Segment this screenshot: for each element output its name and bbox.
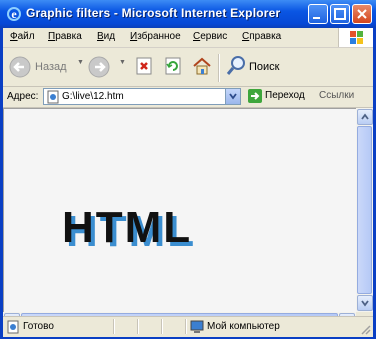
close-button[interactable] — [352, 4, 372, 24]
status-text: Готово — [23, 321, 54, 332]
minimize-button[interactable] — [308, 4, 328, 24]
back-dropdown-icon[interactable]: ▼ — [77, 59, 84, 66]
menu-bar: Файл Правка Вид Избранное Сервис Справка — [3, 28, 373, 48]
minimize-icon — [313, 17, 320, 19]
windows-flag-icon — [350, 31, 363, 44]
ie-logo-icon: e — [7, 7, 21, 21]
back-button[interactable]: Назад — [9, 54, 79, 80]
toolbar-separator — [218, 54, 220, 82]
status-bar: Готово Мой компьютер — [3, 316, 373, 337]
status-separator — [113, 319, 115, 334]
chevron-down-icon — [229, 93, 237, 100]
status-separator — [137, 319, 139, 334]
search-icon — [226, 56, 245, 75]
computer-icon — [190, 320, 204, 333]
menu-tools[interactable]: Сервис — [193, 31, 227, 42]
page-done-icon — [7, 320, 19, 334]
refresh-icon[interactable] — [163, 56, 183, 76]
status-separator — [161, 319, 163, 334]
page-content: HTML HTML — [3, 108, 357, 313]
address-input[interactable]: G:\live\12.htm — [43, 88, 241, 105]
resize-grip-icon[interactable] — [359, 323, 371, 335]
title-bar[interactable]: e Graphic filters - Microsoft Internet E… — [0, 0, 376, 28]
search-button[interactable]: Поиск — [225, 54, 285, 80]
scroll-up-button[interactable] — [357, 109, 373, 125]
client-area: Файл Правка Вид Избранное Сервис Справка — [3, 28, 373, 336]
stop-icon[interactable] — [134, 56, 154, 76]
svg-text:e: e — [11, 7, 17, 21]
close-icon — [357, 9, 367, 19]
menu-edit[interactable]: Правка — [48, 31, 82, 42]
maximize-icon — [334, 8, 346, 20]
address-label: Адрес: — [7, 91, 39, 102]
forward-button[interactable] — [88, 54, 112, 80]
maximize-button[interactable] — [330, 4, 350, 24]
scroll-down-button[interactable] — [357, 295, 373, 311]
vertical-scroll-thumb[interactable] — [357, 126, 372, 294]
address-url: G:\live\12.htm — [62, 91, 124, 102]
forward-arrow-icon — [88, 56, 110, 78]
menu-help[interactable]: Справка — [242, 31, 281, 42]
page-icon — [47, 90, 59, 104]
html-filtered-heading: HTML HTML — [62, 204, 194, 254]
menu-view[interactable]: Вид — [97, 31, 115, 42]
security-zone: Мой компьютер — [207, 321, 280, 332]
go-arrow-icon — [248, 89, 262, 103]
chevron-down-icon — [361, 300, 369, 307]
address-bar: Адрес: G:\live\12.htm Переход Ссылки — [3, 87, 373, 108]
status-separator — [185, 319, 187, 334]
back-arrow-icon — [9, 56, 31, 78]
chevron-up-icon — [361, 113, 369, 120]
browser-window: e Graphic filters - Microsoft Internet E… — [0, 0, 376, 339]
home-icon[interactable] — [192, 56, 212, 76]
vertical-scrollbar[interactable] — [356, 108, 373, 312]
html-text: HTML — [62, 204, 192, 252]
windows-logo — [338, 28, 373, 47]
links-button[interactable]: Ссылки — [319, 90, 354, 101]
menu-favorites[interactable]: Избранное — [130, 31, 181, 42]
forward-dropdown-icon[interactable]: ▼ — [119, 59, 126, 66]
menu-file[interactable]: Файл — [10, 31, 35, 42]
go-button[interactable]: Переход — [245, 88, 313, 105]
window-title: Graphic filters - Microsoft Internet Exp… — [26, 6, 281, 20]
standard-toolbar: Назад ▼ ▼ Поиск — [3, 48, 373, 87]
address-dropdown-button[interactable] — [225, 89, 240, 104]
